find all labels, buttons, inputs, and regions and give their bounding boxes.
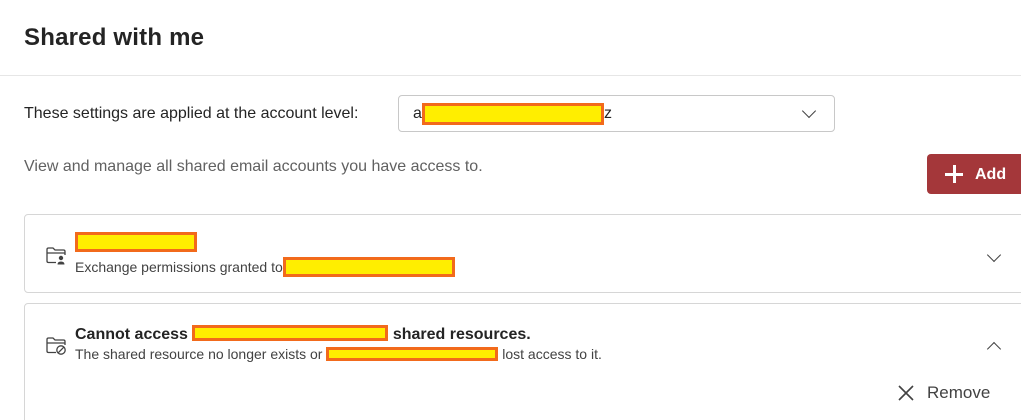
shared-with-me-page: Shared with me These settings are applie… <box>0 0 1021 420</box>
shared-item-subtitle: Exchange permissions granted to <box>75 256 455 277</box>
page-title: Shared with me <box>24 24 205 51</box>
shared-item-title <box>75 232 197 252</box>
redaction-box <box>326 347 499 362</box>
title-suffix: shared resources. <box>392 326 531 343</box>
add-button-label: Add <box>975 166 1007 183</box>
shared-item-error-title: Cannot access shared resources. <box>75 325 531 344</box>
redaction-box <box>192 325 389 342</box>
account-dropdown-value: a z <box>413 105 612 123</box>
account-value-prefix: a <box>413 105 422 122</box>
account-level-label: These settings are applied at the accoun… <box>24 105 359 122</box>
shared-item-error-subtitle: The shared resource no longer exists or … <box>75 346 602 362</box>
shared-item-card[interactable]: Exchange permissions granted to <box>24 214 1021 293</box>
redaction-box <box>422 103 604 125</box>
title-divider <box>0 75 1021 76</box>
add-button[interactable]: Add <box>927 154 1021 194</box>
close-icon <box>898 385 914 401</box>
shared-item-card-error[interactable]: Cannot access shared resources. The shar… <box>24 303 1021 420</box>
chevron-down-icon <box>801 103 817 119</box>
account-value-suffix: z <box>604 105 612 122</box>
remove-button[interactable]: Remove <box>897 380 1007 406</box>
chevron-up-icon[interactable] <box>986 341 1002 357</box>
redaction-box <box>282 256 455 277</box>
title-prefix: Cannot access <box>75 326 188 343</box>
subtitle-prefix: The shared resource no longer exists or <box>75 346 323 362</box>
chevron-down-icon[interactable] <box>986 247 1002 263</box>
redaction-box <box>75 232 197 252</box>
page-description: View and manage all shared email account… <box>24 158 483 175</box>
plus-icon <box>945 165 963 183</box>
folder-person-icon <box>46 247 66 265</box>
account-dropdown[interactable]: a z <box>398 95 835 132</box>
folder-blocked-icon <box>46 337 66 355</box>
subtitle-suffix: lost access to it. <box>502 346 602 362</box>
remove-button-label: Remove <box>927 383 991 402</box>
subtitle-prefix: Exchange permissions granted to <box>75 259 283 275</box>
